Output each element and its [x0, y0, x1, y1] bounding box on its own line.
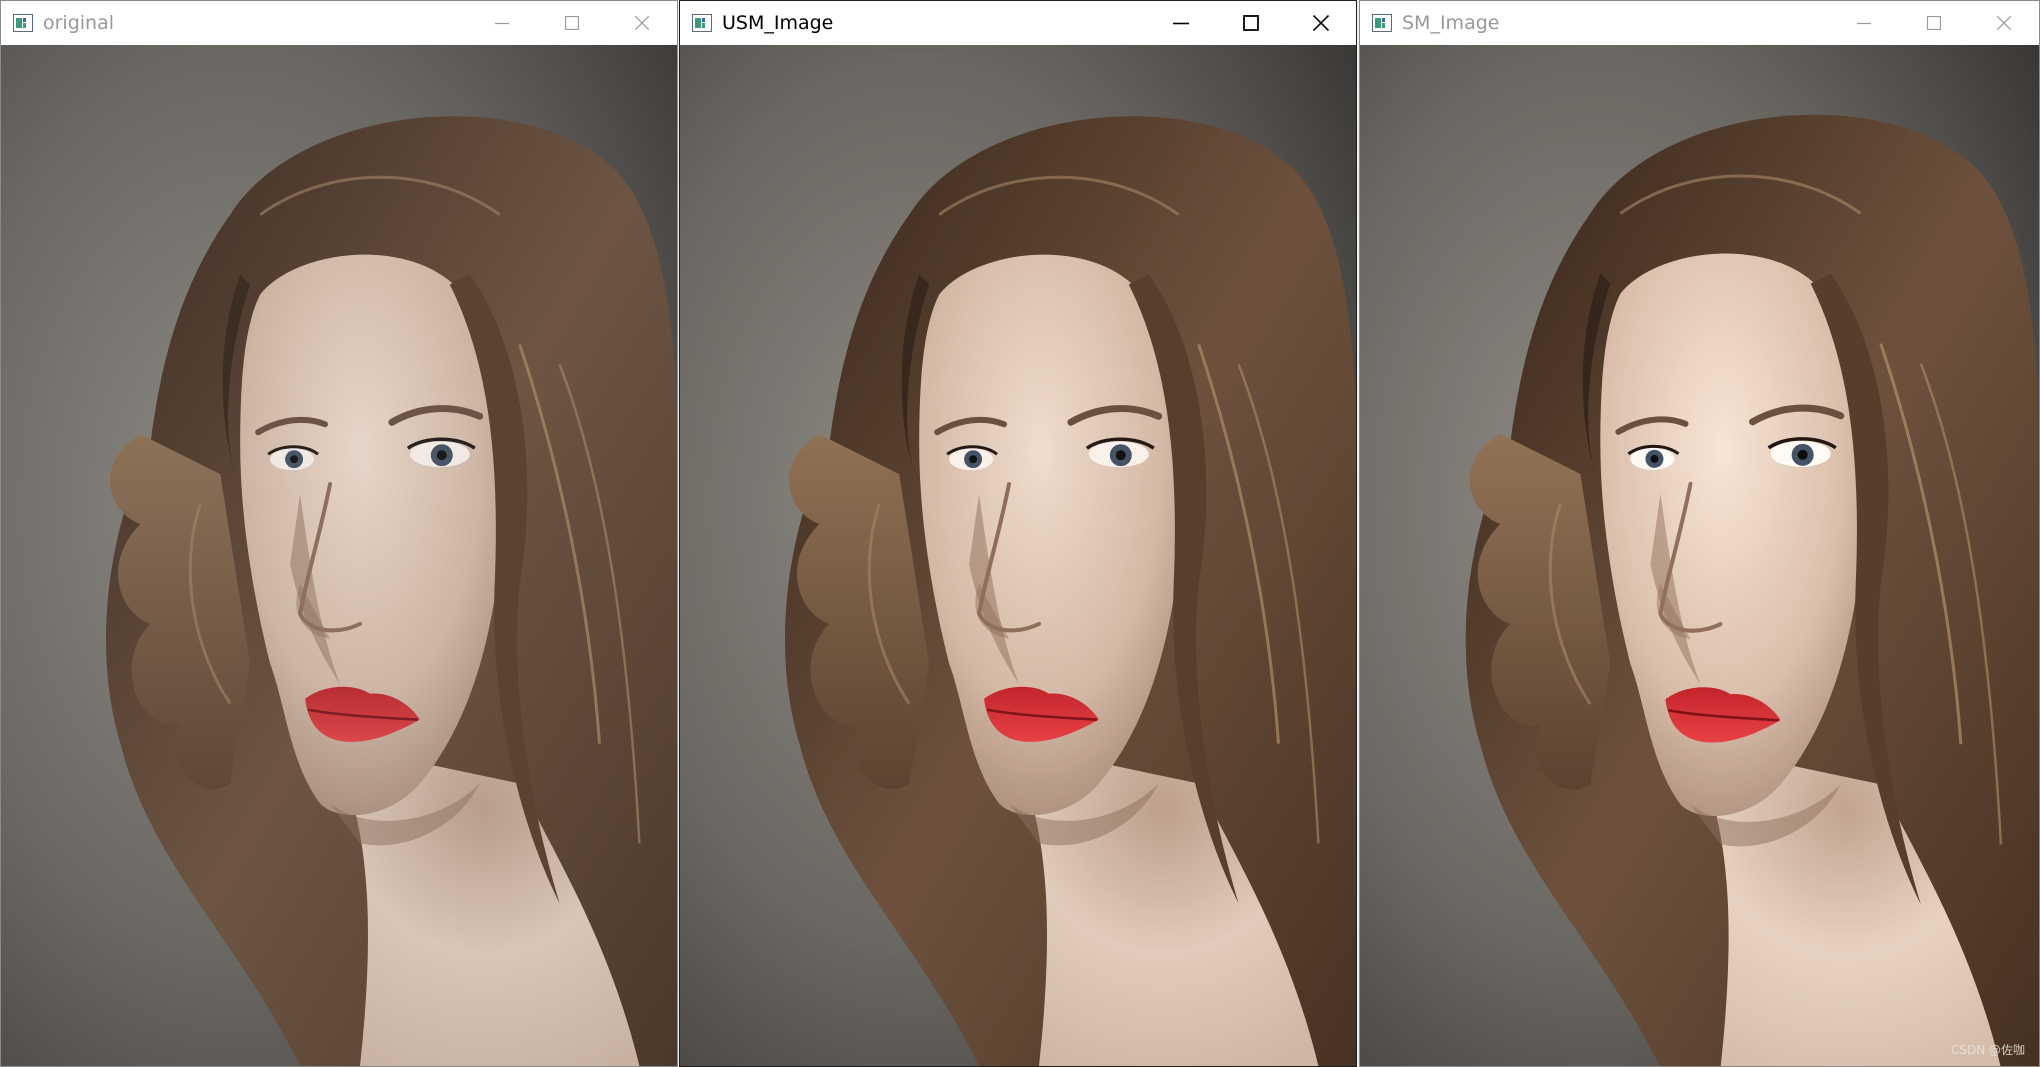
close-icon — [635, 16, 649, 30]
maximize-button[interactable] — [1216, 1, 1286, 45]
maximize-icon — [1243, 15, 1259, 31]
maximize-button[interactable] — [537, 1, 607, 45]
image-view — [1, 45, 677, 1066]
close-button[interactable] — [1969, 1, 2039, 45]
window-usm-image[interactable]: USM_Image — [679, 0, 1357, 1067]
close-icon — [1997, 16, 2011, 30]
window-title: original — [43, 12, 115, 34]
portrait-image — [1, 45, 677, 1066]
app-icon — [1372, 14, 1392, 32]
maximize-button[interactable] — [1899, 1, 1969, 45]
image-view — [680, 45, 1356, 1066]
window-original[interactable]: original — [0, 0, 678, 1067]
portrait-image — [680, 45, 1356, 1066]
minimize-button[interactable] — [1829, 1, 1899, 45]
window-title: USM_Image — [722, 12, 834, 34]
maximize-icon — [565, 16, 579, 30]
app-icon — [13, 14, 33, 32]
portrait-image — [1360, 45, 2039, 1066]
close-button[interactable] — [607, 1, 677, 45]
title-bar[interactable]: SM_Image — [1360, 1, 2039, 45]
watermark: CSDN @佐咖 — [1950, 1043, 2025, 1057]
minimize-icon — [1173, 22, 1189, 25]
maximize-icon — [1927, 16, 1941, 30]
title-bar[interactable]: original — [1, 1, 677, 45]
image-view: CSDN @佐咖 — [1360, 45, 2039, 1066]
minimize-icon — [495, 22, 509, 25]
close-button[interactable] — [1286, 1, 1356, 45]
app-icon — [692, 14, 712, 32]
minimize-button[interactable] — [467, 1, 537, 45]
close-icon — [1313, 15, 1329, 31]
window-title: SM_Image — [1402, 12, 1500, 34]
minimize-button[interactable] — [1146, 1, 1216, 45]
window-sm-image[interactable]: SM_Image CSDN @佐咖 — [1359, 0, 2040, 1067]
title-bar[interactable]: USM_Image — [680, 1, 1356, 45]
minimize-icon — [1857, 22, 1871, 25]
